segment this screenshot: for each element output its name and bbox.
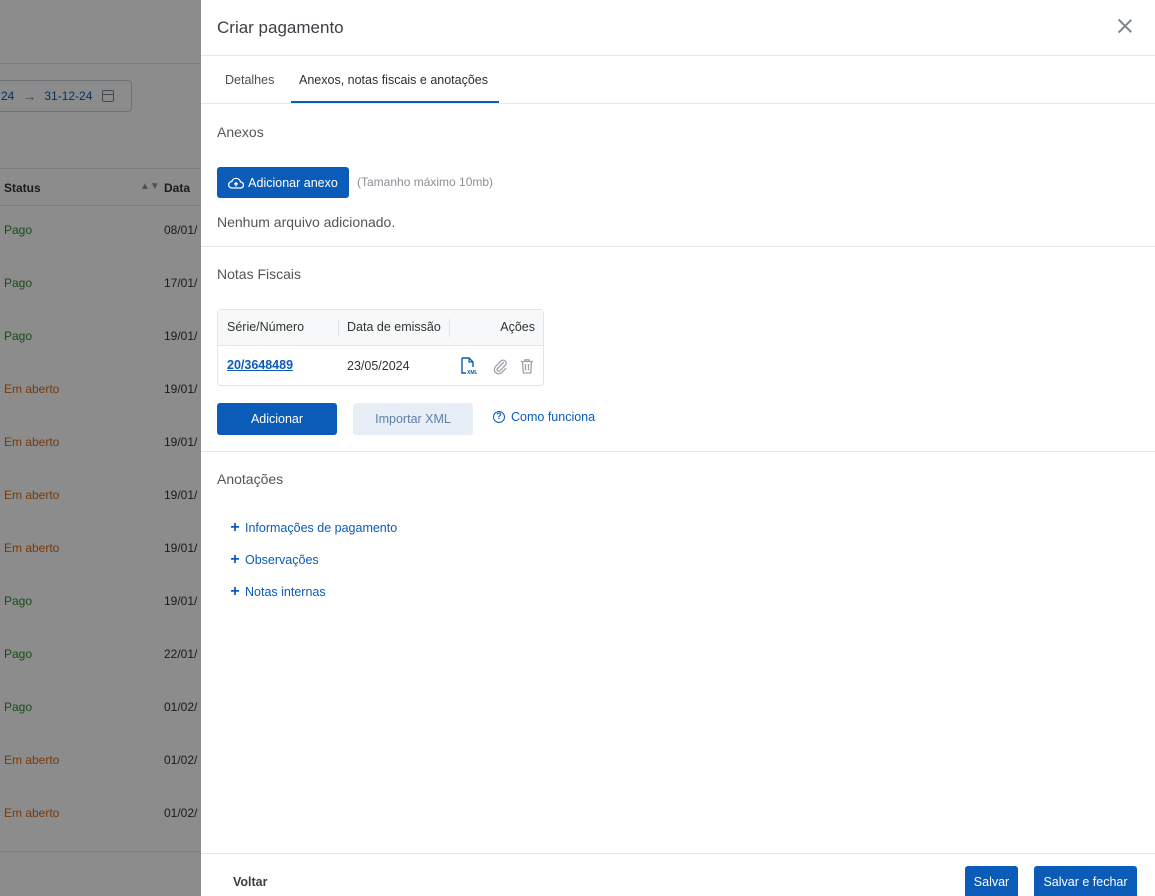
annotation-label: Informações de pagamento: [245, 521, 398, 535]
section-notas-fiscais: Notas Fiscais Série/Número Data de emiss…: [201, 247, 1155, 452]
section-anexos: Anexos Adicionar anexo (Tamanho máximo 1…: [201, 104, 1155, 247]
column-divider: [449, 319, 450, 337]
svg-text:XML: XML: [467, 370, 477, 375]
plus-icon: +: [230, 551, 240, 568]
paperclip-icon[interactable]: [491, 357, 509, 375]
add-invoice-button[interactable]: Adicionar: [217, 403, 337, 435]
section-title-anotacoes: Anotações: [217, 471, 284, 487]
no-files-message: Nenhum arquivo adicionado.: [217, 214, 396, 230]
tab-anexos-notas-anotacoes[interactable]: Anexos, notas fiscais e anotações: [299, 73, 488, 87]
expand-informacoes-pagamento[interactable]: + Informações de pagamento: [229, 519, 398, 536]
plus-icon: +: [230, 519, 240, 536]
drawer-tabs: Detalhes Anexos, notas fiscais e anotaçõ…: [201, 56, 1155, 104]
invoice-issue-date: 23/05/2024: [347, 359, 410, 373]
section-title-notas-fiscais: Notas Fiscais: [217, 266, 302, 282]
xml-file-icon[interactable]: XML: [459, 357, 477, 375]
drawer-title: Criar pagamento: [217, 18, 344, 37]
table-row: 20/3648489 23/05/2024 XML: [218, 346, 543, 386]
drawer-header: Criar pagamento: [201, 0, 1155, 56]
expand-observacoes[interactable]: + Observações: [229, 551, 319, 568]
tab-detalhes[interactable]: Detalhes: [225, 73, 274, 87]
create-payment-drawer: Criar pagamento Detalhes Anexos, notas f…: [201, 0, 1155, 896]
add-attachment-button[interactable]: Adicionar anexo: [217, 167, 349, 198]
active-tab-indicator: [291, 101, 499, 103]
expand-notas-internas[interactable]: + Notas internas: [229, 583, 326, 600]
column-divider: [338, 319, 339, 337]
save-and-close-button[interactable]: Salvar e fechar: [1034, 866, 1137, 896]
add-attachment-label: Adicionar anexo: [248, 175, 338, 190]
column-header-serie-numero: Série/Número: [227, 320, 305, 334]
import-xml-button[interactable]: Importar XML: [353, 403, 473, 435]
annotation-label: Observações: [245, 553, 319, 567]
column-header-acoes: Ações: [500, 320, 535, 334]
invoices-table: Série/Número Data de emissão Ações 20/36…: [217, 309, 544, 386]
invoices-table-header: Série/Número Data de emissão Ações: [218, 310, 543, 346]
save-button[interactable]: Salvar: [965, 866, 1018, 896]
close-icon[interactable]: [1117, 18, 1133, 34]
max-size-hint: (Tamanho máximo 10mb): [357, 175, 494, 189]
plus-icon: +: [230, 583, 240, 600]
annotation-label: Notas internas: [245, 585, 326, 599]
drawer-footer: Voltar Salvar Salvar e fechar: [201, 853, 1155, 896]
question-icon: ?: [493, 411, 505, 423]
section-title-anexos: Anexos: [217, 124, 264, 140]
back-button[interactable]: Voltar: [233, 875, 268, 889]
how-it-works-label: Como funciona: [511, 410, 596, 424]
how-it-works-link[interactable]: ? Como funciona: [493, 410, 595, 424]
invoice-number-link[interactable]: 20/3648489: [227, 358, 293, 372]
column-header-data-emissao: Data de emissão: [347, 320, 441, 334]
cloud-upload-icon: [228, 177, 245, 189]
section-anotacoes: Anotações + Informações de pagamento + O…: [201, 452, 1155, 852]
trash-icon[interactable]: [518, 357, 536, 375]
